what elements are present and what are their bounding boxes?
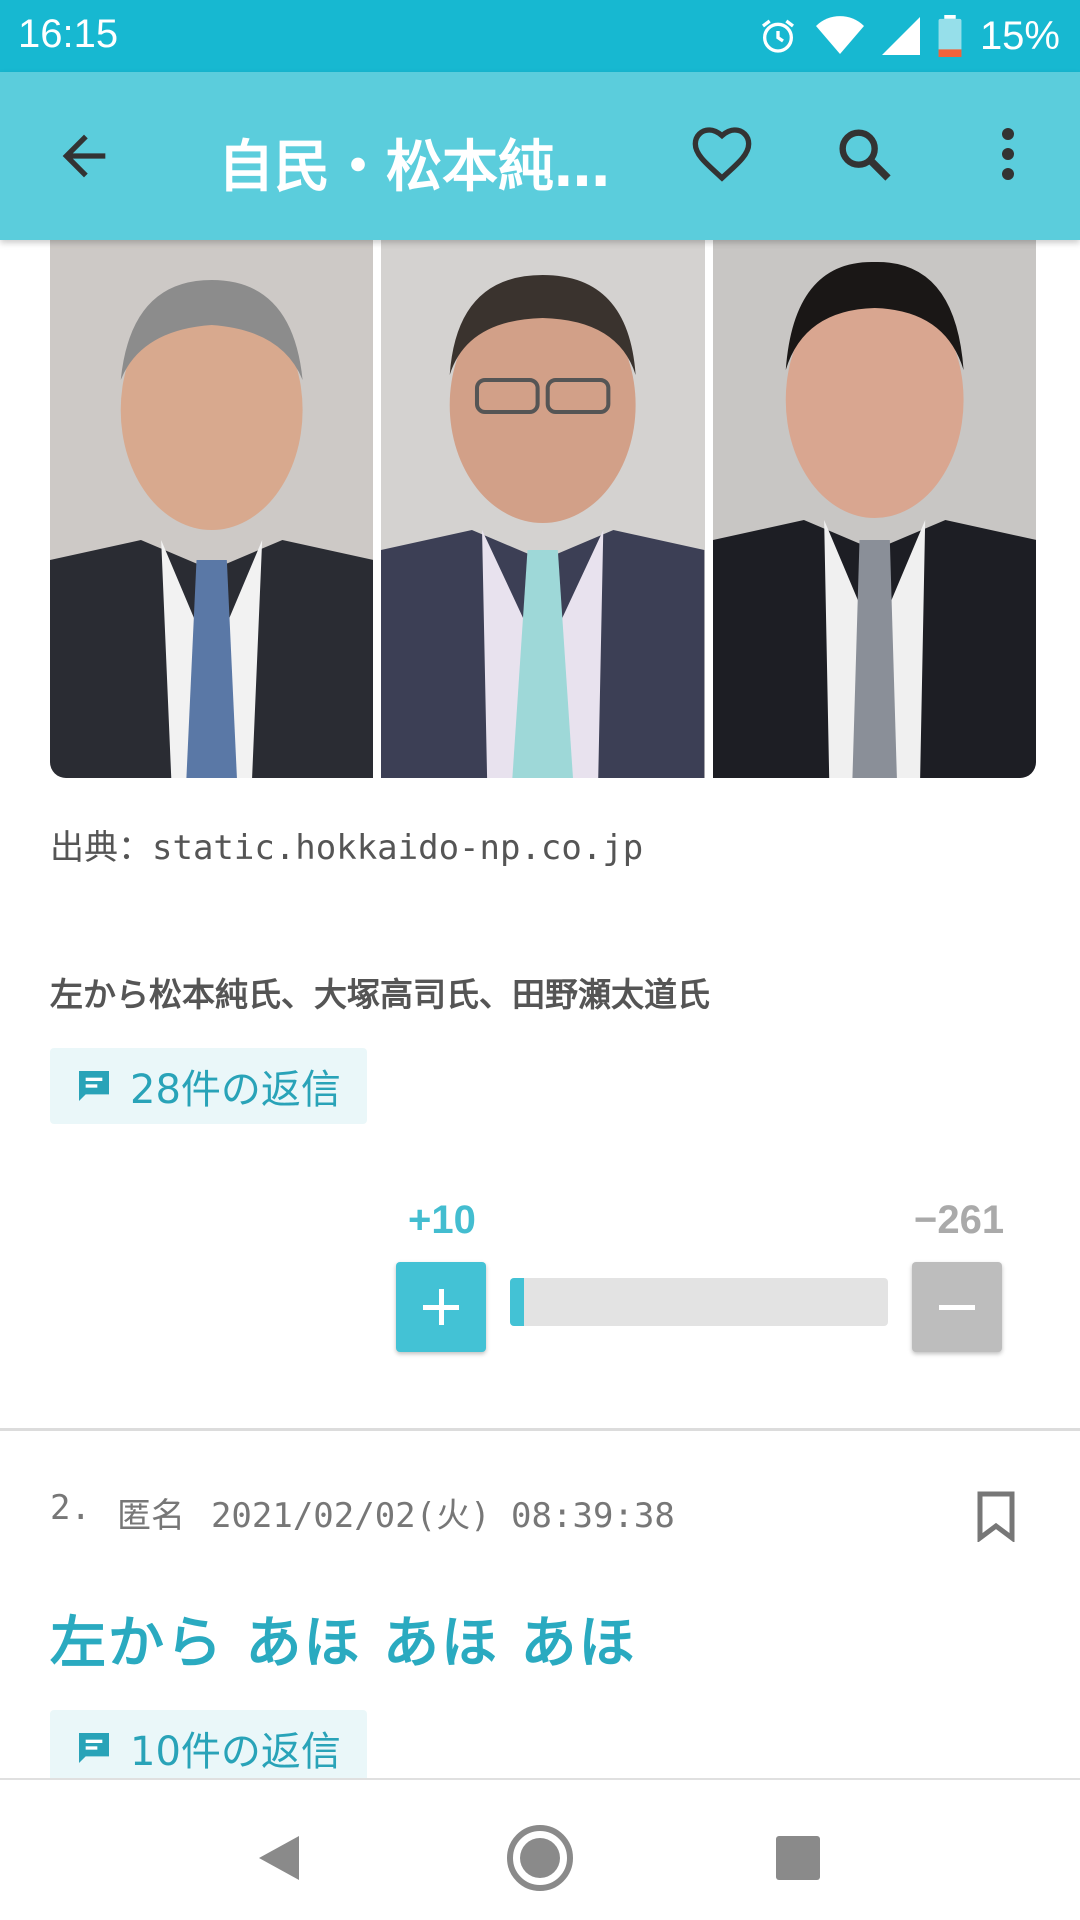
comment-datetime: 2021/02/02(火) 08:39:38: [210, 1496, 675, 1536]
status-bar: 16:15 15%: [0, 0, 1080, 72]
page-title: 自民・松本純…: [218, 135, 610, 200]
comment-replies-button[interactable]: 10件の返信: [50, 1710, 367, 1786]
comment-icon: [79, 1071, 109, 1101]
system-nav-bar: [0, 1778, 1080, 1920]
back-arrow-icon[interactable]: [52, 124, 116, 188]
post-caption: 左から松本純氏、大塚高司氏、田野瀬太道氏: [50, 975, 710, 1014]
comment-replies-label: 10件の返信: [130, 1729, 341, 1775]
comment-author: 匿名: [116, 1496, 185, 1536]
comment-number: 2.: [50, 1488, 91, 1528]
app-bar: 自民・松本純…: [0, 72, 1080, 240]
vote-ratio-fill: [510, 1278, 524, 1326]
wifi-icon: [815, 16, 864, 54]
post-image[interactable]: [50, 240, 1036, 778]
portrait-left: [50, 240, 374, 778]
image-source: 出典：static.hokkaido-np.co.jp: [50, 828, 644, 868]
more-vert-icon[interactable]: [990, 122, 1026, 186]
battery-icon: [938, 15, 962, 57]
vote-ratio-bar: [510, 1278, 888, 1326]
portrait-right: [712, 240, 1036, 778]
replies-button[interactable]: 28件の返信: [50, 1048, 367, 1124]
nav-home-icon[interactable]: [506, 1824, 574, 1892]
nav-back-icon[interactable]: [255, 1832, 303, 1884]
vote-plus-count: +10: [408, 1198, 476, 1242]
divider: [0, 1428, 1080, 1431]
battery-percent: 15%: [979, 13, 1060, 58]
bookmark-icon[interactable]: [976, 1490, 1016, 1542]
alarm-icon: [761, 19, 794, 53]
search-icon[interactable]: [832, 122, 896, 186]
comment-icon: [79, 1733, 109, 1763]
comment-meta: 2. 匿名 2021/02/02(火) 08:39:38: [50, 1488, 675, 1537]
vote-minus-count: −261: [914, 1198, 1005, 1242]
comment-body: 左から あほ あほ あほ: [50, 1611, 637, 1676]
heart-icon[interactable]: [690, 122, 754, 186]
portrait-center: [381, 240, 705, 778]
replies-label: 28件の返信: [130, 1067, 341, 1113]
signal-icon: [881, 17, 920, 55]
status-time: 16:15: [18, 12, 119, 56]
vote-plus-button[interactable]: [396, 1262, 486, 1352]
nav-recent-icon[interactable]: [776, 1836, 820, 1880]
status-icons: 15%: [758, 12, 1060, 60]
vote-minus-button[interactable]: [912, 1262, 1002, 1352]
